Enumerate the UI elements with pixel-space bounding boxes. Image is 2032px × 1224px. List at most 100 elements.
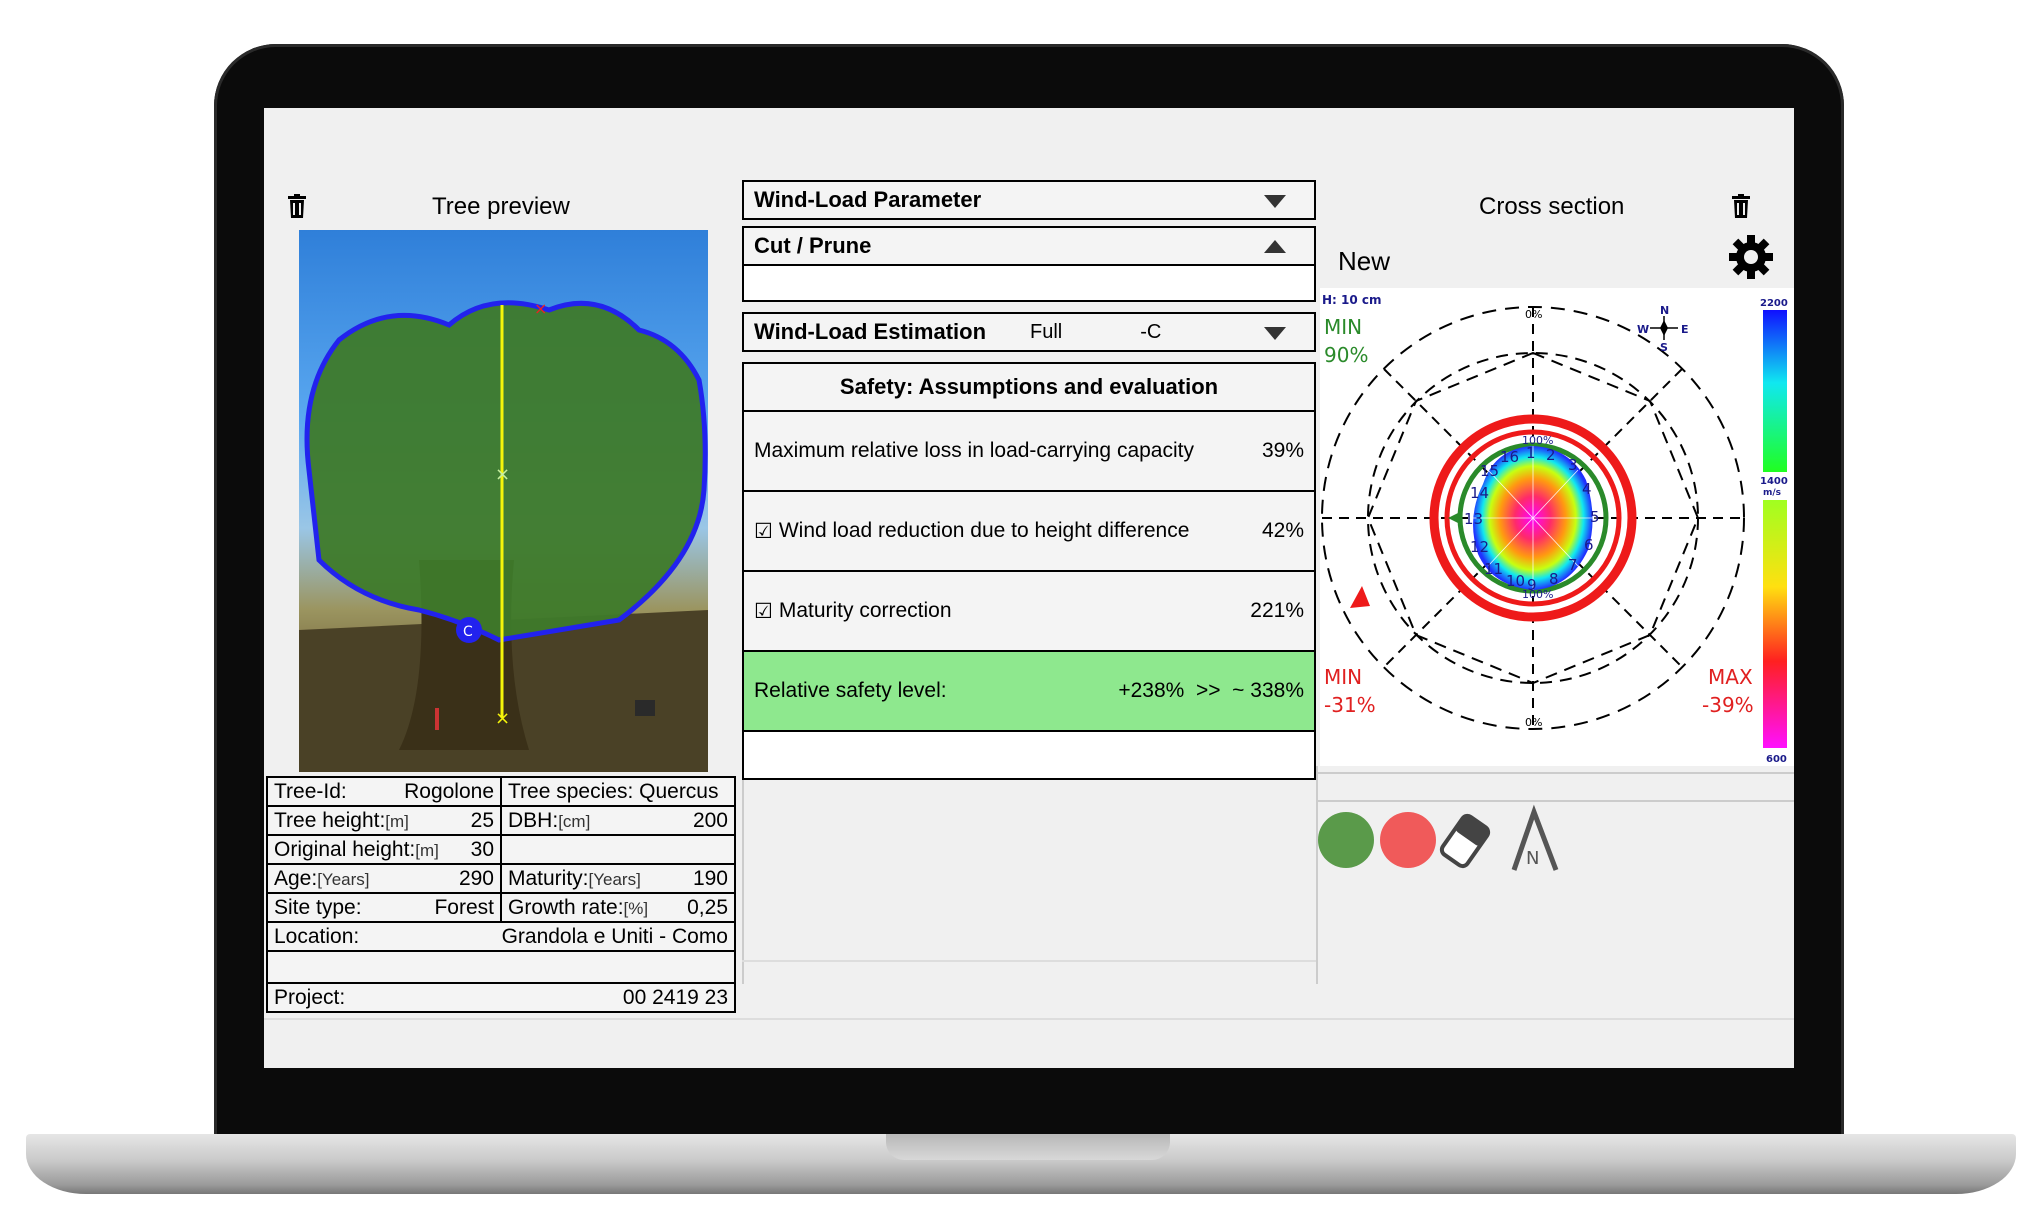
- wind-reduction-value: 42%: [1261, 519, 1304, 542]
- trash-icon-right[interactable]: [1732, 194, 1750, 218]
- site-label: Site type:: [274, 895, 362, 919]
- min-green-label: MIN: [1324, 315, 1362, 339]
- tree-info-table: Tree-Id: Rogolone Tree species: Quercus T…: [266, 776, 736, 1013]
- sensor-15: 15: [1480, 462, 1499, 480]
- red-marker-button[interactable]: [1380, 812, 1436, 868]
- age-cell: Age:[Years] 290: [266, 863, 502, 894]
- max-loss-value: 39%: [1261, 439, 1304, 462]
- chevron-down-icon: [1264, 195, 1286, 208]
- tree-preview-title: Tree preview: [432, 193, 570, 220]
- blank-row: [266, 950, 736, 984]
- direction-marker: [1350, 586, 1370, 608]
- sensor-7: 7: [1568, 556, 1578, 574]
- sensor-4: 4: [1582, 480, 1592, 498]
- sensor-2: 2: [1546, 446, 1556, 464]
- wind-est-label: Wind-Load Estimation: [754, 319, 987, 344]
- maturity-value: 190: [692, 866, 728, 890]
- eraser-icon[interactable]: [1439, 813, 1491, 869]
- sensor-1: 1: [1526, 444, 1536, 462]
- compass-n: N: [1660, 304, 1669, 317]
- wind-est-option: -C: [1140, 320, 1162, 343]
- maturity-label: Maturity:: [508, 866, 589, 890]
- height-label: H: 10 cm: [1322, 293, 1382, 307]
- compass-e: E: [1681, 323, 1689, 336]
- blank-row-mid: [742, 732, 1316, 780]
- age-unit: [Years]: [317, 869, 370, 889]
- wind-load-estimation-dropdown[interactable]: Wind-Load Estimation Full -C: [742, 312, 1316, 352]
- cut-prune-dropdown[interactable]: Cut / Prune: [742, 226, 1316, 266]
- sensor-13: 13: [1464, 510, 1483, 528]
- wind-est-mode: Full: [1030, 320, 1063, 343]
- north-arrow-icon[interactable]: N: [1511, 804, 1559, 871]
- pct-top: 0%: [1525, 308, 1542, 321]
- project-value: 00 2419 23: [622, 985, 728, 1009]
- svg-text:C: C: [463, 624, 473, 640]
- species-value: Quercus: [639, 779, 719, 803]
- max-red-label: MAX: [1708, 665, 1753, 689]
- compass-icon: N S E W: [1637, 304, 1689, 354]
- wind-param-label: Wind-Load Parameter: [754, 187, 982, 212]
- sensor-6: 6: [1584, 536, 1594, 554]
- trash-icon-left[interactable]: [288, 194, 306, 218]
- relative-safety-label: Relative safety level:: [754, 679, 947, 702]
- compass-s: S: [1660, 341, 1668, 354]
- chevron-up-icon: [1264, 240, 1286, 253]
- tree-photo: × × × C: [299, 230, 708, 772]
- laptop-notch: [886, 1134, 1170, 1160]
- project-label: Project:: [274, 985, 346, 1009]
- sensor-16: 16: [1500, 448, 1519, 466]
- safety-header: Safety: Assumptions and evaluation: [742, 362, 1316, 412]
- divider: [1316, 800, 1794, 802]
- wind-load-parameter-dropdown[interactable]: Wind-Load Parameter: [742, 180, 1316, 220]
- sensor-3: 3: [1568, 456, 1578, 474]
- height-unit: [m]: [385, 811, 409, 831]
- orig-height-cell: Original height:[m] 30: [266, 834, 502, 865]
- location-value: Grandola e Uniti - Como: [501, 924, 728, 948]
- sensor-10: 10: [1506, 572, 1525, 590]
- green-marker-button[interactable]: [1318, 812, 1374, 868]
- row-wind-reduction[interactable]: ☑ Wind load reduction due to height diff…: [742, 492, 1316, 572]
- gear-icon[interactable]: [1728, 234, 1774, 280]
- row-max-loss: Maximum relative loss in load-carrying c…: [742, 412, 1316, 492]
- species-label: Tree species:: [508, 779, 634, 803]
- min-green-value: 90%: [1324, 343, 1368, 367]
- sensor-12: 12: [1470, 538, 1489, 556]
- site-value: Forest: [434, 895, 494, 919]
- new-label[interactable]: New: [1338, 246, 1390, 277]
- row-maturity[interactable]: ☑ Maturity correction 221%: [742, 572, 1316, 652]
- north-label: N: [1526, 848, 1539, 869]
- chevron-down-icon-2: [1264, 327, 1286, 340]
- scale-bar-bottom: [1763, 500, 1787, 748]
- divider: [742, 960, 1316, 962]
- orig-height-unit: [m]: [415, 840, 439, 860]
- maturity-cell: Maturity:[Years] 190: [500, 863, 736, 894]
- scale-unit: m/s: [1763, 488, 1781, 498]
- cross-section-title: Cross section: [1479, 193, 1625, 220]
- growth-cell: Growth rate:[%] 0,25: [500, 892, 736, 923]
- species-cell: Tree species: Quercus: [500, 776, 736, 807]
- pct-bottom: 0%: [1525, 716, 1542, 729]
- cut-prune-label: Cut / Prune: [754, 233, 872, 258]
- sensor-8: 8: [1549, 570, 1559, 588]
- tree-id-cell: Tree-Id: Rogolone: [266, 776, 502, 807]
- cross-section-chart[interactable]: H: 10 cm MIN 90% MIN -31% MAX -39% 0% 0%: [1320, 288, 1794, 766]
- dbh-label: DBH:: [508, 808, 559, 832]
- wind-reduction-label: Wind load reduction due to height differ…: [778, 519, 1190, 542]
- project-cell: Project: 00 2419 23: [266, 982, 736, 1013]
- checkbox-icon[interactable]: ☑: [754, 519, 773, 544]
- scale-mid: 1400: [1760, 476, 1788, 487]
- tree-id-label: Tree-Id:: [274, 779, 347, 803]
- checkbox-icon[interactable]: ☑: [754, 599, 773, 624]
- height-value: 25: [470, 808, 494, 832]
- tool-buttons: N: [1318, 804, 1559, 871]
- app-screen: Tree preview × × × C Tree-Id: Rogolone Tr…: [264, 108, 1794, 1068]
- relative-safety-row: Relative safety level: +238% >> ~ 338%: [742, 652, 1316, 732]
- scale-bar-top: [1763, 310, 1787, 472]
- divider: [1316, 772, 1794, 774]
- dbh-unit: [cm]: [558, 811, 591, 831]
- sensor-11: 11: [1484, 560, 1503, 578]
- location-cell: Location: Grandola e Uniti - Como: [266, 921, 736, 952]
- height-label: Tree height:: [274, 808, 386, 832]
- orig-height-label: Original height:: [274, 837, 416, 861]
- age-value: 290: [458, 866, 494, 890]
